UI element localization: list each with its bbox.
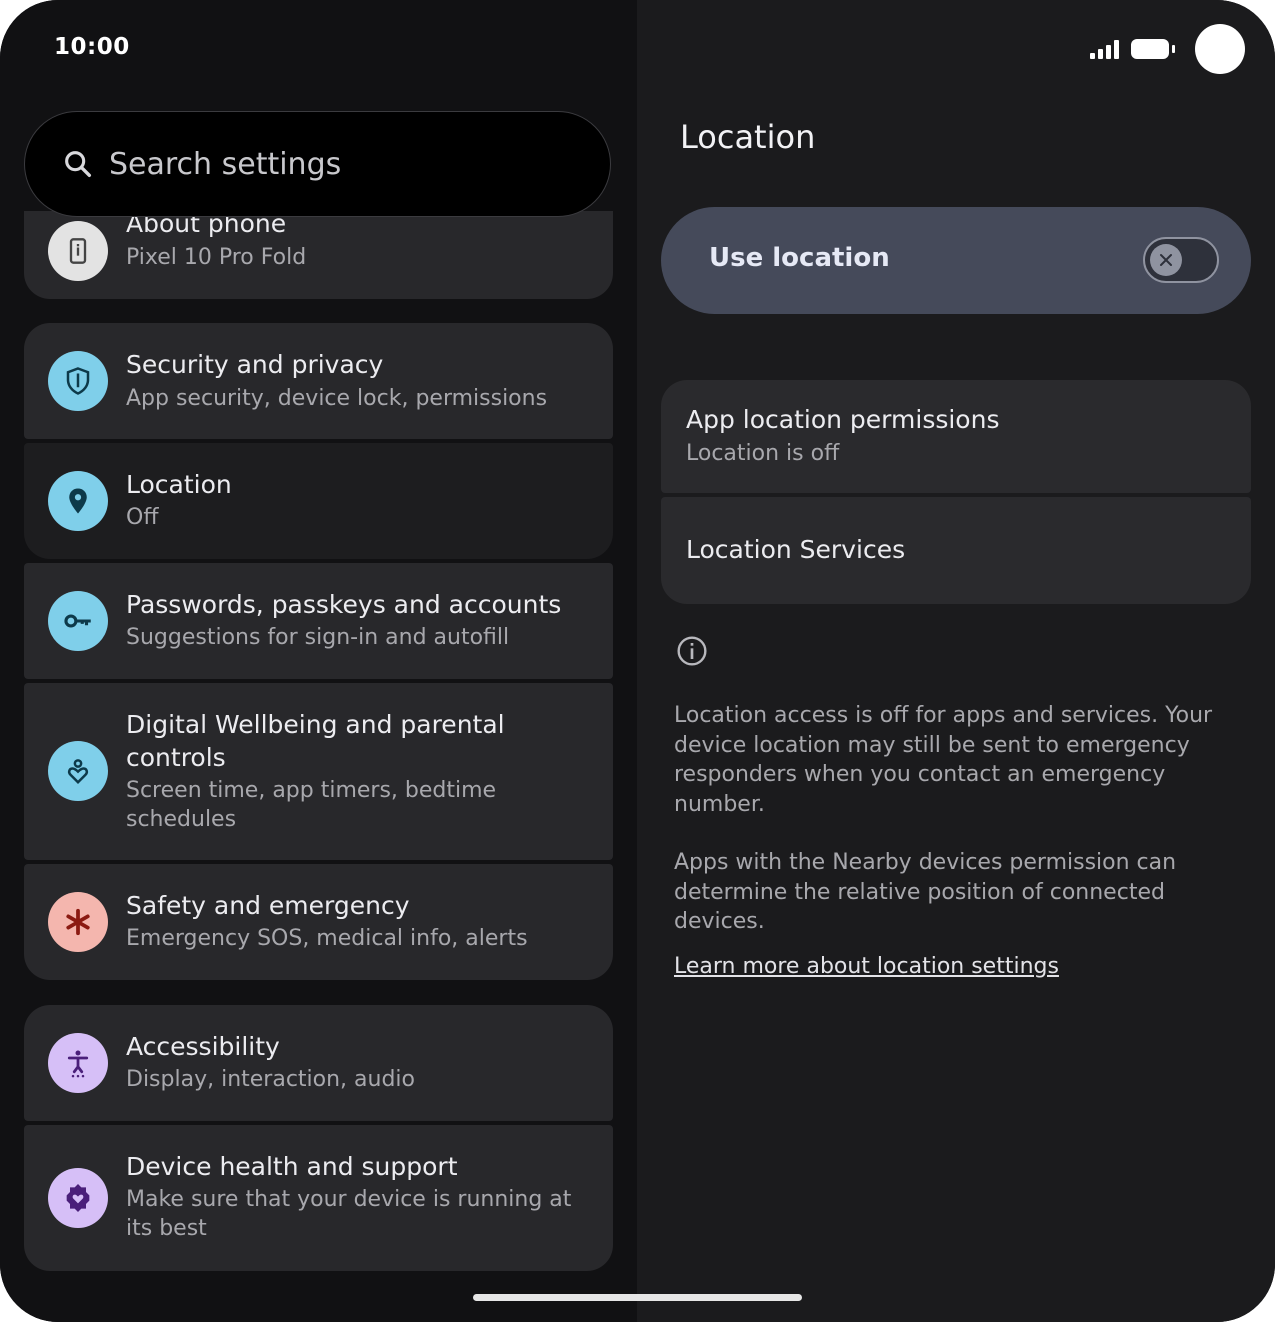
app-location-permissions[interactable]: App location permissions Location is off [661,380,1251,493]
settings-item-device-health[interactable]: Device health and support Make sure that… [24,1125,613,1271]
learn-more-link[interactable]: Learn more about location settings [674,954,1059,979]
settings-item-subtitle: Emergency SOS, medical info, alerts [126,926,528,951]
nearby-devices-info-text: Apps with the Nearby devices permission … [674,850,1177,934]
location-detail-pane [637,0,1275,1322]
location-services-title: Location Services [686,535,906,564]
location-pin-icon [48,471,108,531]
camera-cutout [1195,24,1245,74]
settings-item-title: Accessibility [126,1032,280,1061]
close-icon [1150,244,1182,276]
settings-item-title: Device health and support [126,1152,458,1181]
info-icon [677,636,707,666]
status-icons [1090,24,1245,74]
accessibility-icon [48,1033,108,1093]
settings-item-subtitle: Make sure that your device is running at… [126,1187,572,1241]
settings-item-subtitle: Display, interaction, audio [126,1067,416,1092]
settings-item-accessibility[interactable]: Accessibility Display, interaction, audi… [24,1005,613,1121]
settings-item-passwords[interactable]: Passwords, passkeys and accounts Suggest… [24,563,613,679]
location-info-text: Location access is off for apps and serv… [674,703,1213,817]
asterisk-icon [48,892,108,952]
settings-item-subtitle: App security, device lock, permissions [126,386,548,411]
settings-item-subtitle: Screen time, app timers, bedtime schedul… [126,778,497,832]
search-icon [65,151,92,178]
device-health-icon [48,1168,108,1228]
settings-item-subtitle: Off [126,505,159,530]
settings-item-security[interactable]: Security and privacy App security, devic… [24,323,613,439]
wellbeing-icon [48,741,108,801]
search-bar[interactable]: Search settings [24,111,611,217]
shield-icon [48,351,108,411]
home-indicator[interactable] [473,1294,802,1301]
settings-item-about-phone[interactable]: About phone Pixel 10 Pro Fold [24,209,613,299]
settings-item-safety[interactable]: Safety and emergency Emergency SOS, medi… [24,864,613,980]
signal-icon [1090,39,1119,59]
settings-item-title: Passwords, passkeys and accounts [126,590,562,619]
settings-item-title: Security and privacy [126,350,384,379]
settings-item-title: Location [126,470,232,499]
app-location-permissions-subtitle: Location is off [686,441,840,466]
settings-item-title: Safety and emergency [126,891,410,920]
status-time: 10:00 [54,34,130,60]
use-location-label: Use location [709,243,890,273]
use-location-toggle[interactable] [1143,237,1219,283]
settings-item-location[interactable]: Location Off [24,443,613,559]
settings-item-digital-wellbeing[interactable]: Digital Wellbeing and parental controls … [24,683,613,860]
info-phone-icon [48,221,108,281]
battery-icon [1131,39,1175,59]
device-frame: About phone Pixel 10 Pro Fold Security a… [0,0,1275,1322]
page-title: Location [680,118,816,156]
search-placeholder: Search settings [109,146,342,182]
settings-item-subtitle: Pixel 10 Pro Fold [126,245,307,270]
key-icon [48,591,108,651]
settings-list-pane: About phone Pixel 10 Pro Fold Security a… [0,0,637,1322]
location-services[interactable]: Location Services [661,497,1251,604]
app-location-permissions-title: App location permissions [686,405,1000,434]
use-location-row[interactable]: Use location [661,207,1251,314]
settings-item-title: Digital Wellbeing and parental controls [126,710,505,772]
settings-item-subtitle: Suggestions for sign-in and autofill [126,625,510,650]
